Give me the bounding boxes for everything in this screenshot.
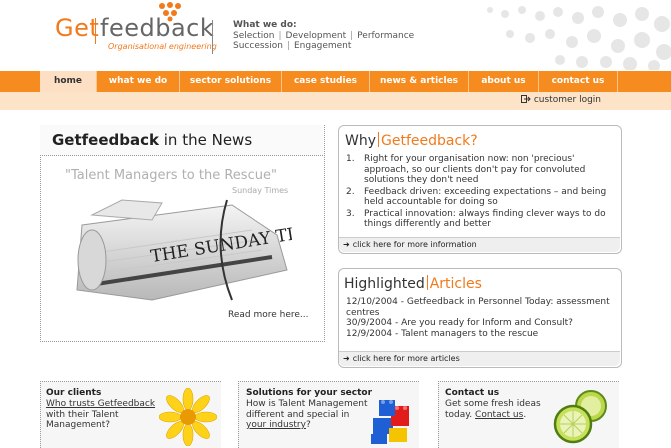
articles-list: 12/10/2004 - Getfeedback in Personnel To… <box>346 297 616 339</box>
article-item[interactable]: 12/9/2004 - Talent managers to the rescu… <box>346 329 616 340</box>
logo-dots-icon <box>159 2 181 22</box>
logo-divider <box>95 18 96 44</box>
clients-box: Our clients Who trusts Getfeedback with t… <box>40 381 221 448</box>
clients-title: Our clients <box>46 388 102 398</box>
solutions-title: Solutions for your sector <box>246 388 373 398</box>
customer-login-link[interactable]: customer login <box>520 95 601 105</box>
why-list: 1. Right for your organisation now: non '… <box>346 154 616 231</box>
service-link-succession[interactable]: Succession <box>233 41 283 51</box>
contact-title: Contact us <box>445 388 500 398</box>
services-line-1: Selection | Development | Performance <box>233 31 415 41</box>
why-more-link[interactable]: ➜ click here for more information <box>339 237 620 252</box>
solutions-text: How is Talent Management different and s… <box>246 399 368 430</box>
service-link-performance[interactable]: Performance <box>357 31 414 41</box>
article-item[interactable]: 30/9/2004 - Are you ready for Inform and… <box>346 318 616 329</box>
article-item[interactable]: 12/10/2004 - Getfeedback in Personnel To… <box>346 297 616 318</box>
login-arrow-icon <box>520 95 531 103</box>
nav-about-us[interactable]: about us <box>469 71 539 92</box>
whatwedo-title: What we do: <box>233 20 297 30</box>
news-title: Getfeedback in the News <box>52 131 253 149</box>
newspaper-image: THE SUNDAY TIMES <box>76 199 292 301</box>
service-link-development[interactable]: Development <box>286 31 347 41</box>
lime-slices-image <box>553 390 607 444</box>
lego-blocks-image <box>371 400 409 444</box>
why-item: 2. Feedback driven: exceeding expectation… <box>346 186 607 208</box>
nav-case-studies[interactable]: case studies <box>282 71 370 92</box>
service-link-engagement[interactable]: Engagement <box>294 41 351 51</box>
solutions-box: Solutions for your sector How is Talent … <box>238 381 419 448</box>
logo-get[interactable]: Get <box>55 14 99 42</box>
nav-news-articles[interactable]: news & articles <box>370 71 469 92</box>
more-arrow-icon: ➜ <box>343 354 350 363</box>
clients-text: Who trusts Getfeedback with their Talent … <box>46 399 156 430</box>
clients-link[interactable]: Who trusts Getfeedback <box>46 399 155 409</box>
news-read-more-link[interactable]: Read more here... <box>228 310 309 320</box>
why-item: 3. Practical innovation: always finding c… <box>346 208 606 230</box>
contact-text: Get some fresh ideas today. Contact us. <box>445 399 541 420</box>
services-line-2: Succession | Engagement <box>233 41 352 51</box>
why-title: Why Getfeedback? <box>345 132 478 149</box>
why-item: 1. Right for your organisation now: non '… <box>346 154 586 185</box>
nav-sector-solutions[interactable]: sector solutions <box>180 71 282 92</box>
articles-more-link[interactable]: ➜ click here for more articles <box>339 351 620 366</box>
nav-home[interactable]: home <box>40 71 97 92</box>
nav-contact-us[interactable]: contact us <box>539 71 618 92</box>
service-link-selection[interactable]: Selection <box>233 31 274 41</box>
logo-subtitle: Organisational engineering <box>108 42 217 51</box>
decorative-dots-icon <box>487 6 671 70</box>
header-divider <box>212 20 213 54</box>
news-quote: "Talent Managers to the Rescue" <box>65 168 277 183</box>
solutions-link[interactable]: your industry <box>246 420 306 430</box>
contact-link[interactable]: Contact us <box>475 410 523 420</box>
articles-title: Highlighted Articles <box>344 275 482 292</box>
daisy-flower-image <box>159 388 217 446</box>
news-quote-source: Sunday Times <box>232 186 289 195</box>
contact-box: Contact us Get some fresh ideas today. C… <box>438 381 619 448</box>
customer-login-label: customer login <box>533 95 601 105</box>
nav-what-we-do[interactable]: what we do <box>97 71 180 92</box>
main-nav: home what we do sector solutions case st… <box>0 71 671 92</box>
more-arrow-icon: ➜ <box>343 240 350 249</box>
